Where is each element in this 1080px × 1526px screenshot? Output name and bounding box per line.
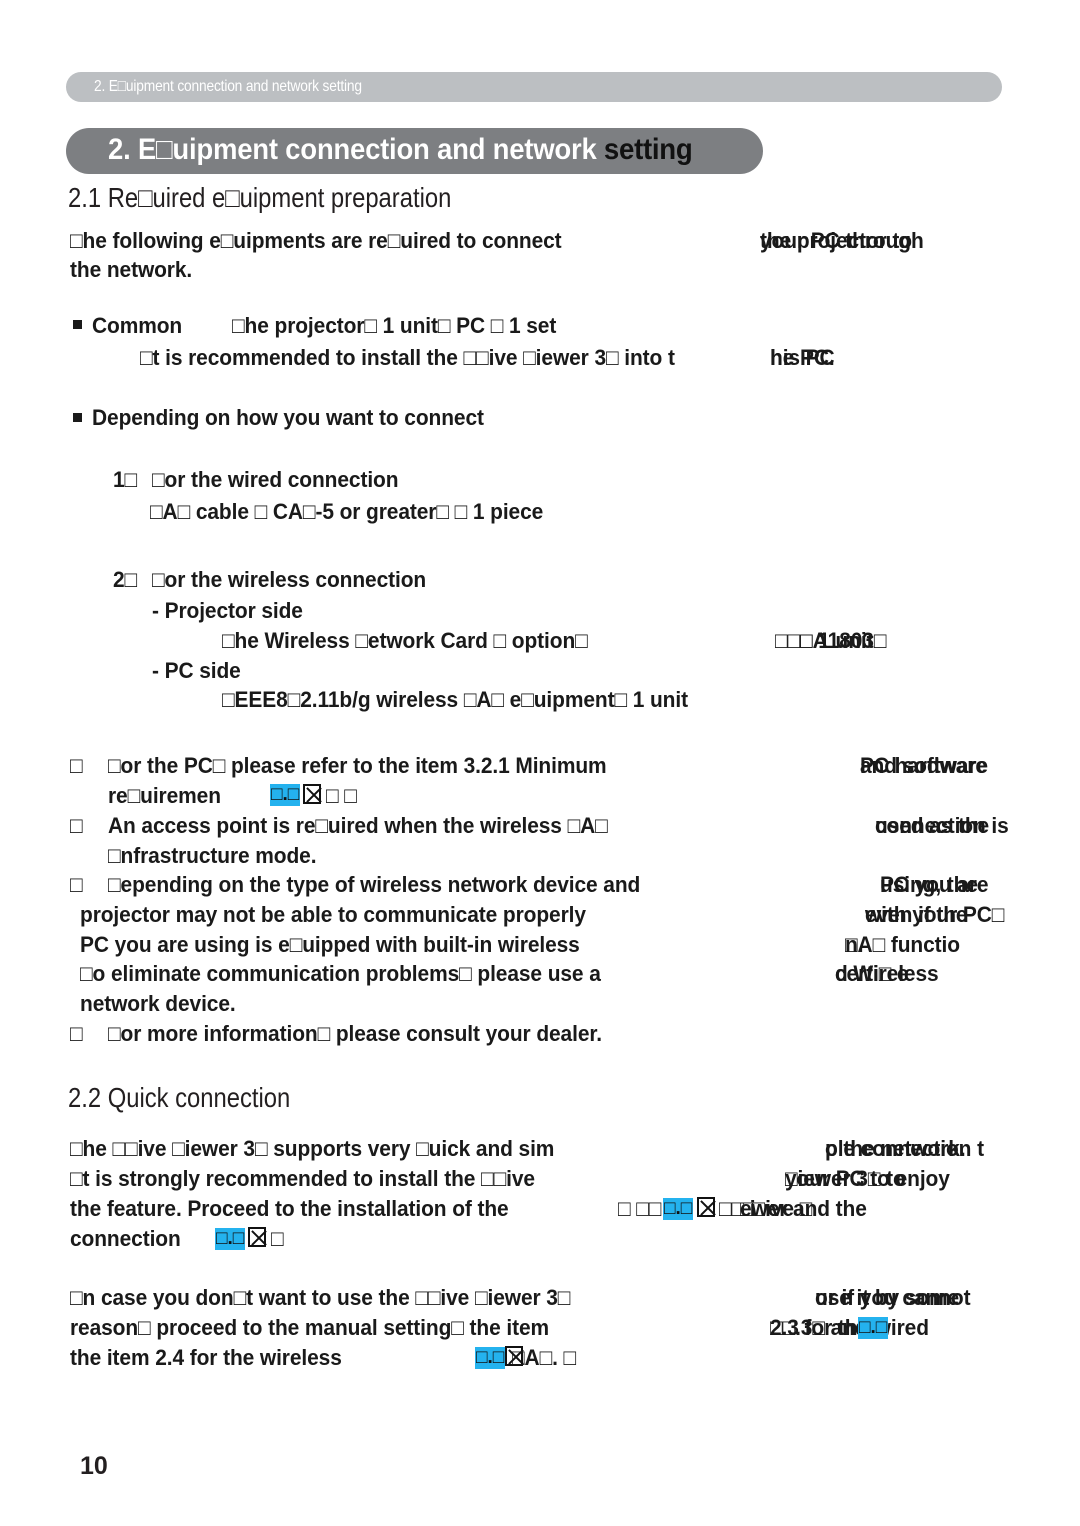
running-header-bar: 2. E□uipment connection and network sett… [66,72,1002,102]
common-note-line: □t is recommended to install the □□ive □… [140,345,675,370]
note-3-line-2-overlap-b: even if the [865,902,968,927]
note-3-line-4-overlap-b: d Wireless [835,961,939,986]
note-3-line-2: projector may not be able to communicate… [80,902,586,927]
cross-reference-link[interactable]: □.□ [663,1198,694,1220]
quick-p1-line-3-mid: □ □□ [618,1196,662,1221]
section-heading-2-2: 2.2 Quick connection [68,1082,291,1113]
note-marker-icon: □ [70,753,83,778]
quick-p1-line-2: □t is strongly recommended to install th… [70,1166,535,1191]
running-header-text: 2. E□uipment connection and network sett… [94,78,362,95]
chapter-title-text: 2. E□uipment connection and network [108,133,597,166]
note-2-line-2: □nfrastructure mode. [108,843,317,868]
note-1-line-1: □or the PC□ please refer to the item 3.2… [108,753,607,778]
intro-line-2: the network. [70,257,193,282]
note-marker-icon: □ [70,872,83,897]
square-bullet-icon [73,413,82,422]
wireless-pc-side-label: - PC side [152,658,241,683]
page-number: 10 [80,1452,108,1480]
note-3-line-3: PC you are using is e□uipped with built-… [80,932,580,957]
wireless-pc-side-detail: □EEE8□2.11b/g wireless □A□ e□uipment□ 1 … [222,687,688,712]
note-3-line-1: □epending on the type of wireless networ… [108,872,641,897]
note-marker-icon: □ [70,813,83,838]
wired-item-detail: □A□ cable □ CA□-5 or greater□ □ 1 piece [150,499,544,524]
common-note-overlap-b: he PC. [770,345,835,370]
quick-p2-line-1: □n case you don□t want to use the □□ive … [70,1285,571,1310]
note-3-line-3-overlap-b: n. [845,932,864,957]
missing-glyph-x-icon [248,1227,266,1247]
wired-item-label: □or the wired connection [152,467,399,492]
cross-reference-link[interactable]: □.□ [475,1347,506,1369]
note-2-line-1-overlap-b: used as the [875,813,990,838]
section-heading-2-1: 2.1 Re□uired e□uipment preparation [68,182,452,213]
note-1-line-2-tail: □ □ [326,783,357,808]
quick-p2-line-2-overlap-b: □□.3□ and [770,1315,868,1340]
wireless-projector-side-detail: □he Wireless □etwork Card □ option□ [222,628,588,653]
note-2-line-1: An access point is re□uired when the wir… [108,813,608,838]
common-items: □he projector□ 1 unit□ PC □ 1 set [232,313,557,338]
wireless-item-label: □or the wireless connection [152,567,427,592]
quick-p1-line-3-overlap-b: □□ive □ [740,1196,813,1221]
cross-reference-link[interactable]: □.□ [270,784,301,806]
note-marker-icon: □ [70,1021,83,1046]
missing-glyph-x-icon [697,1197,715,1217]
quick-p1-line-2-overlap-b: your PC to enjoy [785,1166,950,1191]
note-1-line-2-pre: re□uiremen [108,783,221,808]
square-bullet-icon [73,320,82,329]
quick-p1-line-4-pre: connection [70,1226,181,1251]
note-4-line-1: □or more information□ please consult you… [108,1021,602,1046]
quick-p2-line-2: reason□ proceed to the manual setting□ t… [70,1315,550,1340]
common-bullet-label: Common [92,313,183,338]
wireless-item-number: 2□ [113,567,138,592]
note-3-line-4: □o eliminate communication problems□ ple… [80,961,601,986]
quick-p1-line-1: □he □□ive □iewer 3□ supports very □uick … [70,1136,555,1161]
missing-glyph-x-icon [303,784,321,804]
quick-p1-line-3-pre: the feature. Proceed to the installation… [70,1196,509,1221]
wireless-projector-side-overlap-b: □ 1 unit [800,628,874,653]
cross-reference-link[interactable]: □.□ [858,1317,889,1339]
quick-p2-line-1-overlap-b: use it by some [815,1285,960,1310]
quick-p3-line-post: □A□. □ [512,1345,577,1370]
quick-p1-line-4-post: □ [271,1226,284,1251]
note-3-line-1-overlap-b: using, the [880,872,978,897]
wireless-projector-side-label: - Projector side [152,598,303,623]
chapter-title-pill: 2. E□uipment connection and network sett… [66,128,763,174]
quick-p1-line-1-overlap-b: o the network. [825,1136,966,1161]
intro-line-1-overlap-b: your PC through [760,228,924,253]
quick-p3-line-pre: the item 2.4 for the wireless [70,1345,342,1370]
intro-line-1: □he following e□uipments are re□uired to… [70,228,562,253]
note-3-line-5: network device. [80,991,236,1016]
note-1-line-1-overlap-b: and software [860,753,988,778]
depending-bullet-label: Depending on how you want to connect [92,405,484,430]
wired-item-number: 1□ [113,467,138,492]
cross-reference-link[interactable]: □.□ [215,1228,246,1250]
